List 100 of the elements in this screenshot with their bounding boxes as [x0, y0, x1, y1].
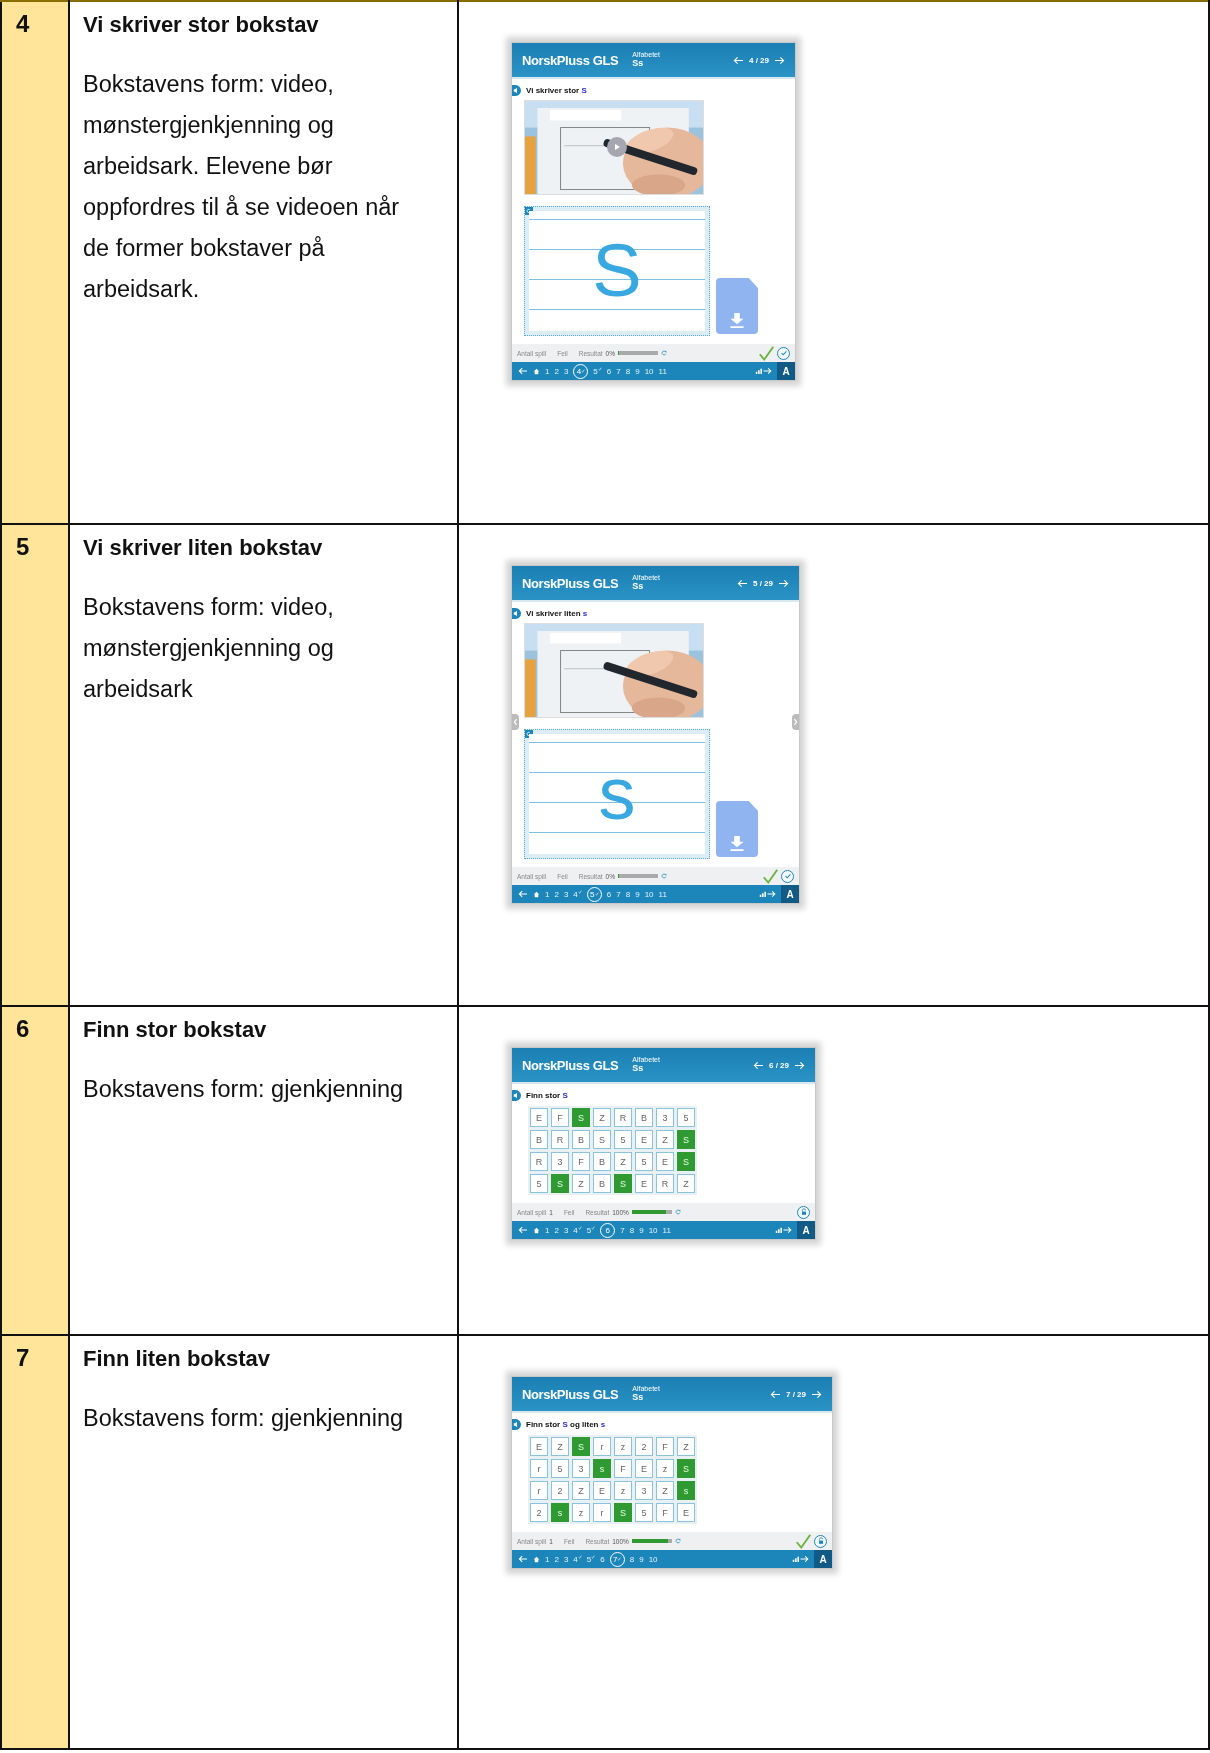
letter-tile[interactable]: 5 — [635, 1503, 653, 1522]
letter-tile[interactable]: F — [551, 1108, 569, 1127]
back-arrow-icon[interactable] — [733, 55, 744, 65]
page-link[interactable]: 6 — [600, 1554, 605, 1564]
page-link[interactable]: 10 — [644, 889, 654, 899]
letter-tile[interactable]: Z — [677, 1437, 695, 1456]
letter-tile[interactable]: B — [593, 1174, 611, 1193]
letter-tile[interactable]: R — [614, 1108, 632, 1127]
page-link[interactable]: 10 — [648, 1225, 658, 1235]
letter-tile[interactable]: R — [656, 1174, 674, 1193]
back-arrow-icon[interactable] — [518, 890, 528, 898]
page-link[interactable]: 10 — [644, 366, 654, 376]
letter-tile[interactable]: 3 — [551, 1152, 569, 1171]
check-answer-button[interactable] — [777, 346, 790, 360]
letter-tile[interactable]: z — [656, 1459, 674, 1478]
back-arrow-icon[interactable] — [737, 578, 748, 588]
letter-tile[interactable]: Z — [656, 1481, 674, 1500]
page-link[interactable]: 1 — [545, 1554, 550, 1564]
page-link[interactable]: 9 — [635, 889, 640, 899]
letter-tile[interactable]: S — [677, 1152, 695, 1171]
forward-arrow-icon[interactable] — [774, 55, 785, 65]
page-link[interactable]: 8 — [625, 889, 631, 899]
letter-tile[interactable]: R — [551, 1130, 569, 1149]
letter-tile[interactable]: B — [593, 1152, 611, 1171]
page-link[interactable]: 7 — [620, 1225, 625, 1235]
letter-tile[interactable]: R — [530, 1152, 548, 1171]
page-link[interactable]: 4 — [573, 1554, 582, 1564]
page-link[interactable]: 3 — [563, 1225, 569, 1235]
page-link[interactable]: 4 — [573, 1225, 582, 1235]
page-link[interactable]: 5 — [593, 366, 602, 376]
letter-tile[interactable]: E — [530, 1437, 548, 1456]
text-size-button[interactable]: A — [797, 1221, 815, 1239]
page-link[interactable]: 2 — [554, 1554, 559, 1564]
letter-tile[interactable]: E — [677, 1503, 695, 1522]
letter-tile[interactable]: E — [656, 1152, 674, 1171]
letter-tile[interactable]: S — [677, 1459, 695, 1478]
page-link[interactable]: 11 — [658, 366, 667, 376]
home-icon[interactable] — [533, 1226, 540, 1234]
speaker-icon[interactable] — [512, 1090, 521, 1101]
letter-tile[interactable]: z — [614, 1437, 632, 1456]
page-link[interactable]: 5 — [586, 1225, 596, 1235]
page-link[interactable]: 4 — [573, 889, 582, 899]
letter-tile[interactable]: E — [635, 1459, 653, 1478]
letter-tile[interactable]: S — [593, 1130, 611, 1149]
letter-tile[interactable]: S — [572, 1108, 590, 1127]
page-link[interactable]: 3 — [563, 889, 569, 899]
letter-tile[interactable]: z — [572, 1503, 590, 1522]
lock-button[interactable] — [814, 1534, 827, 1548]
stats-arrow-icon[interactable] — [759, 890, 776, 898]
letter-tile[interactable]: Z — [551, 1437, 569, 1456]
back-arrow-icon[interactable] — [770, 1389, 781, 1399]
letter-tile[interactable]: B — [530, 1130, 548, 1149]
reload-icon[interactable] — [674, 1209, 681, 1215]
letter-tile[interactable]: r — [530, 1481, 548, 1500]
letter-tile[interactable]: S — [572, 1437, 590, 1456]
speaker-icon[interactable] — [512, 608, 521, 619]
page-link[interactable]: 3 — [563, 366, 569, 376]
text-size-button[interactable]: A — [814, 1550, 832, 1568]
page-link[interactable]: 6 — [606, 889, 612, 899]
letter-tile[interactable]: 2 — [530, 1503, 548, 1522]
letter-tile[interactable]: E — [635, 1174, 653, 1193]
letter-tile[interactable]: Z — [572, 1481, 590, 1500]
stats-arrow-icon[interactable] — [792, 1555, 809, 1563]
letter-tile[interactable]: F — [656, 1437, 674, 1456]
letter-tile[interactable]: S — [551, 1174, 569, 1193]
stats-arrow-icon[interactable] — [755, 367, 772, 375]
page-link[interactable]: 7 — [616, 366, 621, 376]
page-link[interactable]: 7 — [616, 889, 621, 899]
lock-button[interactable] — [797, 1205, 810, 1219]
forward-arrow-icon[interactable] — [794, 1060, 805, 1070]
page-link[interactable]: 2 — [554, 1225, 559, 1235]
letter-tile[interactable]: 2 — [635, 1437, 653, 1456]
home-icon[interactable] — [533, 367, 540, 375]
check-answer-button[interactable] — [781, 869, 794, 883]
letter-tile[interactable]: 2 — [551, 1481, 569, 1500]
letter-tile[interactable]: 5 — [635, 1152, 653, 1171]
letter-tile[interactable]: S — [677, 1130, 695, 1149]
forward-arrow-icon[interactable] — [778, 578, 789, 588]
page-link[interactable]: 3 — [563, 1554, 569, 1564]
letter-tile[interactable]: 5 — [551, 1459, 569, 1478]
text-size-button[interactable]: A — [781, 885, 799, 903]
page-link[interactable]: 10 — [648, 1554, 658, 1564]
speaker-icon[interactable] — [512, 1419, 521, 1430]
letter-tile[interactable]: r — [593, 1437, 611, 1456]
letter-tile[interactable]: 5 — [530, 1174, 548, 1193]
letter-tile[interactable]: 3 — [572, 1459, 590, 1478]
page-link[interactable]: 5 — [586, 1554, 596, 1564]
speaker-icon[interactable] — [512, 85, 521, 96]
page-link[interactable]: 1 — [545, 366, 550, 376]
page-link[interactable]: 1 — [545, 889, 550, 899]
letter-tile[interactable]: F — [572, 1152, 590, 1171]
forward-arrow-icon[interactable] — [811, 1389, 822, 1399]
text-size-button[interactable]: A — [777, 362, 795, 380]
page-link[interactable]: 2 — [554, 889, 559, 899]
back-arrow-icon[interactable] — [753, 1060, 764, 1070]
letter-tile[interactable]: Z — [593, 1108, 611, 1127]
letter-tile[interactable]: r — [593, 1503, 611, 1522]
letter-tile[interactable]: F — [656, 1503, 674, 1522]
letter-tile[interactable]: S — [614, 1503, 632, 1522]
back-arrow-icon[interactable] — [518, 1555, 528, 1563]
